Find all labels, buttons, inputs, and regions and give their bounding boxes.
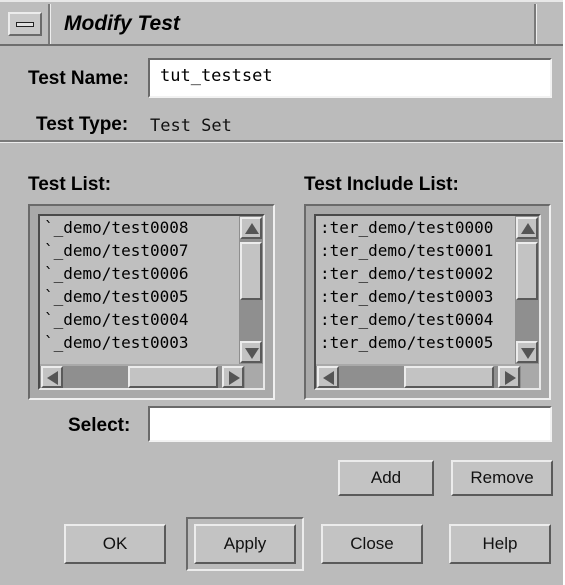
- scroll-down-button[interactable]: [240, 341, 262, 363]
- select-label: Select:: [68, 415, 131, 436]
- up-arrow-icon: [245, 223, 259, 234]
- horizontal-scroll-thumb[interactable]: [404, 366, 494, 388]
- test-list-box: `_demo/test0008 `_demo/test0007 `_demo/tes…: [38, 214, 265, 390]
- test-name-label: Test Name:: [28, 68, 130, 89]
- list-item[interactable]: `_demo/test0004: [40, 308, 245, 331]
- test-include-list[interactable]: :ter_demo/test0000:ter_demo/test0001:ter…: [316, 216, 521, 364]
- list-item[interactable]: `_demo/test0007: [40, 239, 245, 262]
- include-list-box: :ter_demo/test0000:ter_demo/test0001:ter…: [314, 214, 541, 390]
- scroll-left-button[interactable]: [317, 366, 339, 388]
- scroll-right-button[interactable]: [498, 366, 520, 388]
- test-type-label: Test Type:: [36, 114, 129, 135]
- up-arrow-icon: [521, 223, 535, 234]
- scroll-left-button[interactable]: [41, 366, 63, 388]
- left-arrow-icon: [47, 371, 58, 385]
- include-list-frame: :ter_demo/test0000:ter_demo/test0001:ter…: [304, 204, 551, 400]
- section-divider: [0, 140, 563, 143]
- title-bar[interactable]: Modify Test: [0, 0, 563, 46]
- test-type-value: Test Set: [150, 116, 232, 136]
- down-arrow-icon: [521, 348, 535, 359]
- list-item[interactable]: `_demo/test0006: [40, 262, 245, 285]
- right-arrow-icon: [505, 371, 516, 385]
- left-arrow-icon: [323, 371, 334, 385]
- list-item[interactable]: `_demo/test0005: [40, 285, 245, 308]
- right-arrow-icon: [229, 371, 240, 385]
- title-separator-right: [534, 4, 537, 44]
- remove-button[interactable]: Remove: [451, 460, 553, 496]
- down-arrow-icon: [245, 348, 259, 359]
- list-item[interactable]: :ter_demo/test0002: [316, 262, 521, 285]
- list-item[interactable]: :ter_demo/test0005: [316, 331, 521, 354]
- help-button[interactable]: Help: [449, 524, 551, 564]
- test-list-horizontal-scrollbar[interactable]: [40, 366, 245, 388]
- title-separator: [48, 4, 51, 44]
- select-field[interactable]: [148, 406, 552, 442]
- scroll-up-button[interactable]: [240, 217, 262, 239]
- apply-button[interactable]: Apply: [194, 524, 296, 564]
- window-menu-button[interactable]: [8, 12, 42, 36]
- include-list-horizontal-scrollbar[interactable]: [316, 366, 521, 388]
- list-item[interactable]: :ter_demo/test0003: [316, 285, 521, 308]
- list-item[interactable]: :ter_demo/test0004: [316, 308, 521, 331]
- include-list-vertical-scrollbar[interactable]: [515, 216, 539, 364]
- test-include-list-label: Test Include List:: [304, 174, 459, 195]
- scroll-thumb[interactable]: [240, 242, 262, 300]
- list-item[interactable]: :ter_demo/test0000: [316, 216, 521, 239]
- window-menu-icon: [16, 22, 34, 27]
- ok-button[interactable]: OK: [64, 524, 166, 564]
- test-list-vertical-scrollbar[interactable]: [239, 216, 263, 364]
- list-item[interactable]: :ter_demo/test0001: [316, 239, 521, 262]
- horizontal-scroll-thumb[interactable]: [128, 366, 218, 388]
- test-name-field[interactable]: tut_testset: [148, 58, 552, 98]
- scroll-thumb[interactable]: [516, 242, 538, 300]
- close-button[interactable]: Close: [321, 524, 423, 564]
- test-list[interactable]: `_demo/test0008 `_demo/test0007 `_demo/tes…: [40, 216, 245, 364]
- window-title: Modify Test: [64, 12, 180, 35]
- scroll-down-button[interactable]: [516, 341, 538, 363]
- test-list-frame: `_demo/test0008 `_demo/test0007 `_demo/tes…: [28, 204, 275, 400]
- modify-test-window: Modify Test Test Name: tut_testset Test …: [0, 0, 563, 585]
- test-list-label: Test List:: [28, 174, 112, 195]
- list-item[interactable]: `_demo/test0008: [40, 216, 245, 239]
- scroll-right-button[interactable]: [222, 366, 244, 388]
- add-button[interactable]: Add: [338, 460, 434, 496]
- scroll-up-button[interactable]: [516, 217, 538, 239]
- list-item[interactable]: `_demo/test0003: [40, 331, 245, 354]
